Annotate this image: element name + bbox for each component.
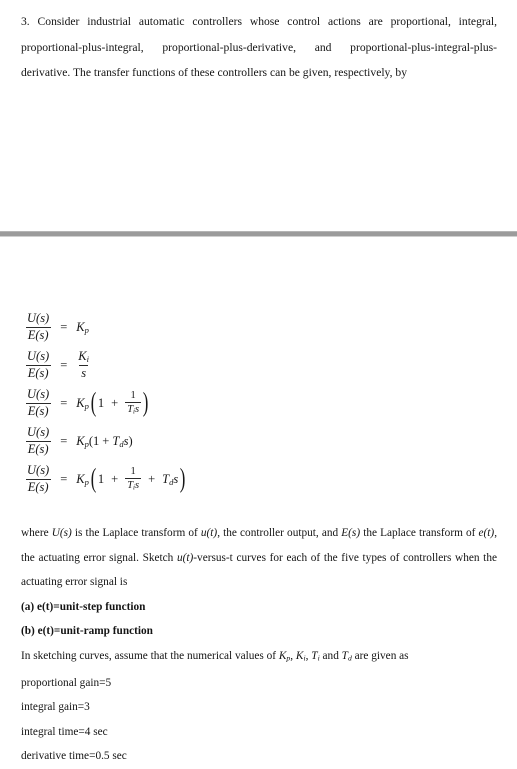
conjunction-and: and xyxy=(319,649,342,662)
where-p4: the Laplace transform of xyxy=(360,527,479,539)
sketch-intro-p1: In sketching curves, assume that the num… xyxy=(21,649,279,662)
constant-one: 1 xyxy=(97,395,105,410)
intro-paragraph-block: 3. Consider industrial automatic control… xyxy=(21,9,497,86)
symbol-Ki: Ki xyxy=(295,649,306,663)
symbol-u-of-t: u(t) xyxy=(200,527,218,539)
section-divider xyxy=(0,230,517,238)
denominator-E-of-s: E(s) xyxy=(25,402,51,418)
constant-one: 1 xyxy=(93,433,100,448)
transfer-function-ratio: U(s) E(s) xyxy=(25,349,51,380)
equation-proportional-plus-integral: U(s) E(s) = Kp ( 1 + 1 Tis ) xyxy=(25,384,285,422)
numerator-U-of-s: U(s) xyxy=(27,425,50,439)
numerator-one: 1 xyxy=(130,389,136,401)
equation-integral: U(s) E(s) = Ki s xyxy=(25,346,285,384)
integral-gain-over-s: Ki s xyxy=(76,348,91,381)
symbol-Ti: Ti xyxy=(311,649,320,663)
transfer-function-ratio: U(s) E(s) xyxy=(25,463,51,494)
denominator-E-of-s: E(s) xyxy=(25,440,51,456)
transfer-function-ratio: U(s) E(s) xyxy=(25,311,51,342)
gain-Kp: Kp xyxy=(76,319,89,335)
numerator-one: 1 xyxy=(130,465,136,477)
right-paren: ) xyxy=(142,387,149,418)
equals-sign: = xyxy=(60,319,68,334)
pid-inner-expression: 1 + 1 Tis + Tds xyxy=(98,466,178,493)
left-paren: ( xyxy=(90,463,97,494)
equals-sign: = xyxy=(60,357,68,372)
plus-sign: + xyxy=(111,471,119,486)
derivative-term-Td-s: Tds xyxy=(112,433,129,449)
left-paren: ( xyxy=(90,387,97,418)
where-p1: where xyxy=(21,527,52,539)
equation-proportional: U(s) E(s) = Kp xyxy=(25,308,285,346)
denominator-E-of-s: E(s) xyxy=(25,326,51,342)
body-text-block: where U(s) is the Laplace transform of u… xyxy=(21,521,497,769)
value-proportional-gain: proportional gain=5 xyxy=(21,676,112,689)
option-b-text: (b) e(t)=unit-ramp function xyxy=(21,625,153,637)
gain-Kp: Kp xyxy=(76,395,89,411)
sketch-intro-p2: are given as xyxy=(351,649,409,662)
where-p3: , the controller output, and xyxy=(217,527,342,539)
transfer-function-ratio: U(s) E(s) xyxy=(25,425,51,456)
right-paren: ) xyxy=(128,433,133,448)
equation-block: U(s) E(s) = Kp U(s) E(s) = Ki s U(s) E(s… xyxy=(25,308,285,498)
plus-sign-2: + xyxy=(148,471,156,486)
denominator-E-of-s: E(s) xyxy=(25,364,51,380)
integral-term-fraction: 1 Tis xyxy=(125,389,142,417)
option-a-text: (a) e(t)=unit-step function xyxy=(21,600,146,613)
sketch-intro-paragraph: In sketching curves, assume that the num… xyxy=(21,644,497,671)
equals-sign: = xyxy=(60,395,68,410)
plus-sign: + xyxy=(111,395,119,410)
symbol-E-of-s: E(s) xyxy=(341,527,361,539)
symbol-Td: Td xyxy=(341,649,352,663)
denominator-s: s xyxy=(79,364,89,380)
where-paragraph: where U(s) is the Laplace transform of u… xyxy=(21,521,497,595)
option-b: (b) e(t)=unit-ramp function xyxy=(21,619,497,644)
divider-bar xyxy=(0,231,517,237)
numerator-Ki: Ki xyxy=(78,348,89,364)
gain-Kp: Kp xyxy=(76,433,89,449)
option-a: (a) e(t)=unit-step function xyxy=(21,595,497,620)
symbol-U-of-s: U(s) xyxy=(51,527,72,539)
value-integral-time: integral time=4 sec xyxy=(21,725,108,738)
numerator-U-of-s: U(s) xyxy=(27,349,50,363)
equation-pid: U(s) E(s) = Kp ( 1 + 1 Tis + Tds ) xyxy=(25,460,285,498)
numerator-U-of-s: U(s) xyxy=(27,387,50,401)
numerator-U-of-s: U(s) xyxy=(27,463,50,477)
transfer-function-ratio: U(s) E(s) xyxy=(25,387,51,418)
equals-sign: = xyxy=(60,471,68,486)
plus-sign: + xyxy=(102,433,110,448)
symbol-Kp: Kp xyxy=(278,649,291,663)
document-page: 3. Consider industrial automatic control… xyxy=(0,0,517,762)
derivative-term-Td-s: Tds xyxy=(162,471,179,487)
value-derivative-time: derivative time=0.5 sec xyxy=(21,750,127,763)
gain-Kp: Kp xyxy=(76,471,89,487)
denominator-Ti-s: Tis xyxy=(125,478,142,492)
symbol-u-of-t-2: u(t) xyxy=(176,551,194,564)
numerator-U-of-s: U(s) xyxy=(27,311,50,325)
right-paren: ) xyxy=(179,463,186,494)
intro-paragraph: 3. Consider industrial automatic control… xyxy=(21,15,497,79)
pi-inner-expression: 1 + 1 Tis xyxy=(97,389,142,417)
denominator-Ti-s: Tis xyxy=(125,402,142,416)
integral-term-fraction: 1 Tis xyxy=(125,465,142,493)
where-p2: is the Laplace transform of xyxy=(71,527,201,539)
equals-sign: = xyxy=(60,433,68,448)
symbol-e-of-t: e(t) xyxy=(478,527,495,539)
equation-proportional-plus-derivative: U(s) E(s) = Kp ( 1 + Tds ) xyxy=(25,422,285,460)
denominator-E-of-s: E(s) xyxy=(25,478,51,494)
constant-one: 1 xyxy=(97,471,105,486)
value-integral-gain: integral gain=3 xyxy=(21,701,90,714)
